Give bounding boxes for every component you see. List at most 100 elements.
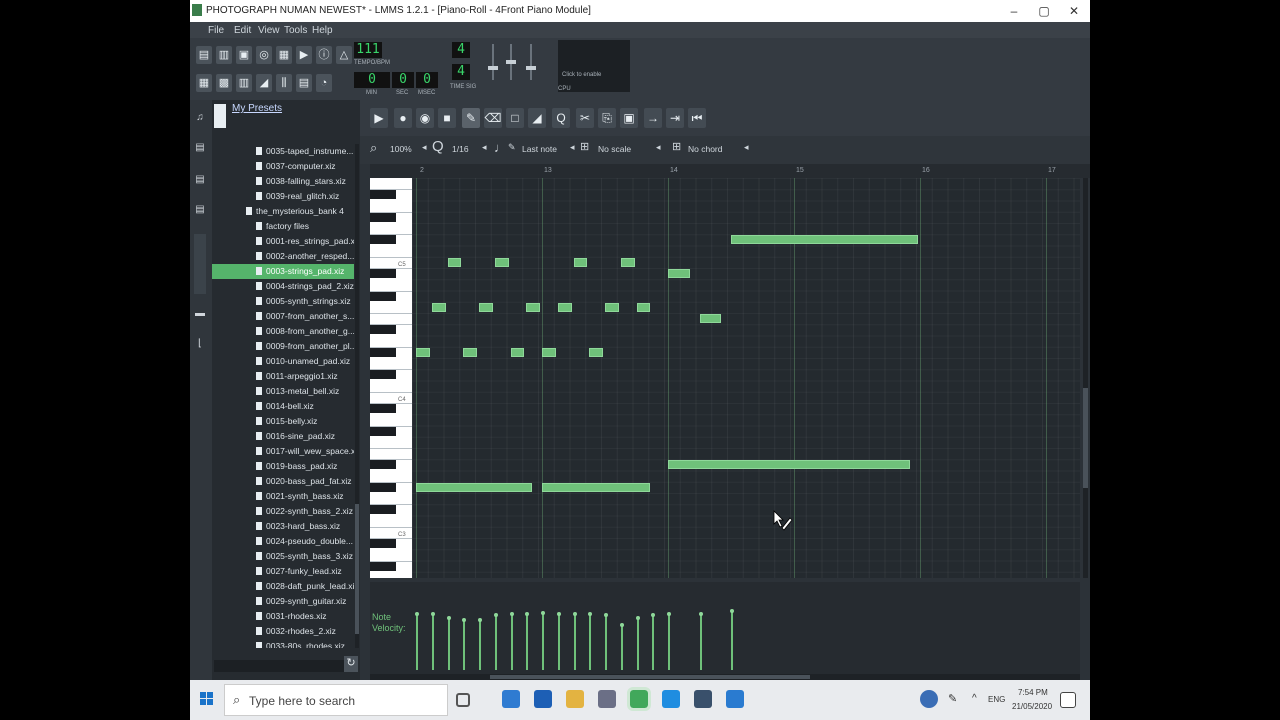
master-pan-slider[interactable] xyxy=(526,44,536,80)
velocity-bar[interactable] xyxy=(479,619,481,670)
preset-item[interactable]: 0025-synth_bass_3.xiz xyxy=(212,549,354,564)
velocity-handle[interactable] xyxy=(588,612,593,616)
velocity-pane[interactable]: Note Velocity: xyxy=(370,582,1080,674)
black-key[interactable] xyxy=(370,235,396,245)
preset-item[interactable]: 0003-strings_pad.xiz xyxy=(212,264,354,279)
velocity-bar[interactable] xyxy=(620,624,623,670)
minimize-button[interactable]: – xyxy=(1000,2,1028,20)
velocity-bar[interactable] xyxy=(447,617,450,670)
master-volume-slider[interactable] xyxy=(488,44,498,80)
loop-points-icon[interactable]: ⇥ xyxy=(666,108,684,128)
preset-folder[interactable]: the_mysterious_bank 4 xyxy=(212,204,354,219)
velocity-handle[interactable] xyxy=(667,612,671,616)
preset-item[interactable]: 0005-synth_strings.xiz xyxy=(212,294,354,309)
note[interactable] xyxy=(668,460,911,470)
my-home-icon[interactable]: ▤ xyxy=(194,174,206,186)
erase-mode-icon[interactable]: ⌫ xyxy=(484,108,502,128)
zoom-dropdown-icon[interactable]: ◂ xyxy=(422,142,427,153)
note[interactable] xyxy=(542,347,556,357)
black-key[interactable] xyxy=(370,561,396,571)
preset-item[interactable]: 0039-real_glitch.xiz xyxy=(212,189,354,204)
my-projects-icon[interactable]: ♫ xyxy=(194,112,206,124)
mixer-icon[interactable]: ⫼ xyxy=(276,74,292,92)
note[interactable] xyxy=(668,269,690,278)
black-key[interactable] xyxy=(370,212,396,222)
my-presets-tab[interactable] xyxy=(194,234,206,294)
note[interactable] xyxy=(589,347,603,357)
note[interactable] xyxy=(573,257,588,267)
recent-projects-icon[interactable]: ◎ xyxy=(256,46,272,64)
preset-item[interactable]: 0038-falling_stars.xiz xyxy=(212,174,354,189)
time-sig-numerator[interactable]: 4 xyxy=(452,42,470,58)
velocity-bar[interactable] xyxy=(510,614,513,670)
new-from-template-icon[interactable]: ▥ xyxy=(216,46,232,64)
my-presets-icon[interactable]: ▤ xyxy=(194,204,206,216)
note[interactable] xyxy=(542,482,651,492)
preset-item[interactable]: 0024-pseudo_double... xyxy=(212,534,354,549)
velocity-bar[interactable] xyxy=(652,615,655,670)
preset-item[interactable]: factory files xyxy=(212,219,354,234)
draw-mode-icon[interactable]: ✎ xyxy=(462,108,480,128)
menu-edit[interactable]: Edit xyxy=(234,25,251,36)
stop-icon[interactable]: ■ xyxy=(438,108,456,128)
velocity-handle[interactable] xyxy=(509,612,514,616)
velocity-handle[interactable] xyxy=(604,613,608,618)
tray-pen-icon[interactable]: ✎ xyxy=(948,692,957,705)
browser-icon[interactable] xyxy=(726,690,744,708)
preset-item[interactable]: 0016-sine_pad.xiz xyxy=(212,429,354,444)
preset-item[interactable]: 0002-another_resped... xyxy=(212,249,354,264)
save-project-icon[interactable]: ▦ xyxy=(276,46,292,64)
paste-icon[interactable]: ▣ xyxy=(620,108,638,128)
black-key[interactable] xyxy=(370,347,396,357)
preset-item[interactable]: 0023-hard_bass.xiz xyxy=(212,519,354,534)
auto-scroll-icon[interactable]: → xyxy=(644,108,662,128)
note[interactable] xyxy=(463,347,477,357)
preset-item[interactable]: 0028-daft_punk_lead.xiz xyxy=(212,579,354,594)
velocity-bar[interactable] xyxy=(589,614,592,670)
skype-icon[interactable] xyxy=(662,690,680,708)
maximize-button[interactable]: ▢ xyxy=(1030,2,1058,20)
velocity-bar[interactable] xyxy=(542,612,544,670)
stop-behaviour-icon[interactable]: ⏮ xyxy=(688,108,706,128)
cut-icon[interactable]: ✂ xyxy=(576,108,594,128)
open-project-icon[interactable]: ▣ xyxy=(236,46,252,64)
velocity-bar[interactable] xyxy=(463,619,466,670)
metronome-icon[interactable]: △ xyxy=(336,46,352,64)
velocity-bar[interactable] xyxy=(731,610,733,670)
piano-roll-vscrollbar[interactable] xyxy=(1083,178,1088,578)
note[interactable] xyxy=(494,257,509,267)
velocity-handle[interactable] xyxy=(635,615,640,620)
velocity-bar[interactable] xyxy=(526,614,529,670)
close-button[interactable]: ✕ xyxy=(1060,2,1088,20)
time-sig-denominator[interactable]: 4 xyxy=(452,64,470,80)
velocity-handle[interactable] xyxy=(572,612,577,616)
velocity-handle[interactable] xyxy=(698,612,703,616)
black-key[interactable] xyxy=(370,404,396,413)
play-icon[interactable]: ▶ xyxy=(370,108,388,128)
preset-item[interactable]: 0021-synth_bass.xiz xyxy=(212,489,354,504)
preset-item[interactable]: 0011-arpeggio1.xiz xyxy=(212,369,354,384)
preset-item[interactable]: 0027-funky_lead.xiz xyxy=(212,564,354,579)
file-explorer-icon[interactable] xyxy=(566,690,584,708)
velocity-handle[interactable] xyxy=(619,622,624,627)
preset-item[interactable]: 0019-bass_pad.xiz xyxy=(212,459,354,474)
velocity-handle[interactable] xyxy=(541,610,545,615)
pitch-bend-icon[interactable]: ◢ xyxy=(528,108,546,128)
black-key[interactable] xyxy=(370,325,396,335)
note[interactable] xyxy=(447,257,462,267)
velocity-handle[interactable] xyxy=(493,613,498,618)
preset-item[interactable]: 0015-belly.xiz xyxy=(212,414,354,429)
velocity-handle[interactable] xyxy=(730,608,734,613)
oscilloscope[interactable]: Click to enable xyxy=(558,40,630,92)
velocity-bar[interactable] xyxy=(605,615,607,670)
velocity-bar[interactable] xyxy=(699,614,702,670)
start-icon[interactable] xyxy=(200,692,214,706)
velocity-bar[interactable] xyxy=(668,614,670,670)
lock-app-icon[interactable] xyxy=(598,690,616,708)
export-icon[interactable]: ▶ xyxy=(296,46,312,64)
notifications-icon[interactable] xyxy=(1060,692,1076,708)
presets-scrollbar[interactable] xyxy=(355,144,359,648)
preset-item[interactable]: 0022-synth_bass_2.xiz xyxy=(212,504,354,519)
note-length-select[interactable]: Last note xyxy=(522,142,557,156)
controller-rack-icon[interactable]: ▤ xyxy=(296,74,312,92)
